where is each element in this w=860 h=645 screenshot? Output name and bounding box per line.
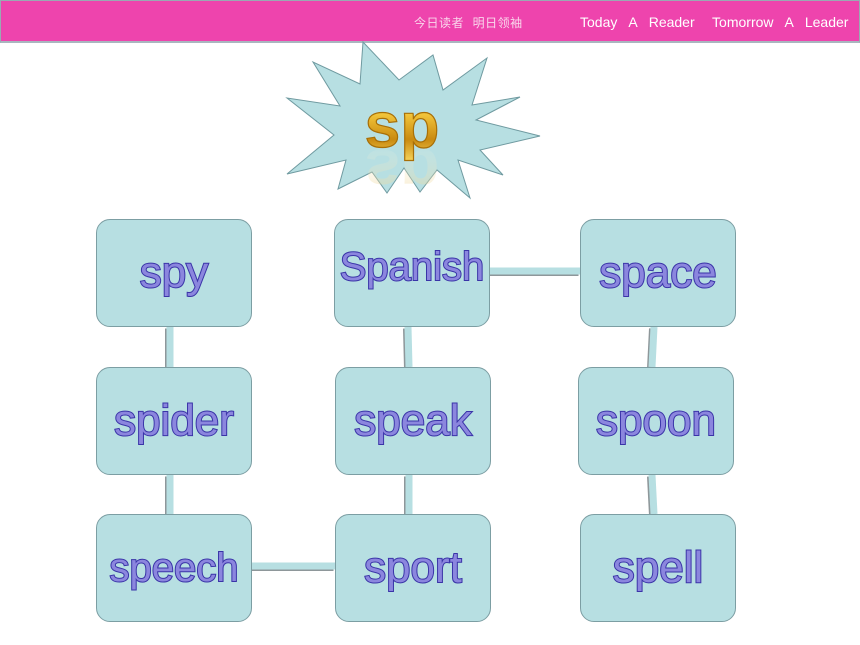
word-box-sport[interactable]: sport: [335, 514, 491, 622]
word-label: spell: [612, 543, 704, 592]
word-label: spy: [139, 248, 209, 297]
word-box-space[interactable]: space: [580, 219, 736, 327]
word-label: speak: [353, 396, 472, 445]
word-label: spider: [113, 396, 235, 445]
word-box-spell[interactable]: spell: [580, 514, 736, 622]
word-box-spy[interactable]: spy: [96, 219, 252, 327]
word-label: sport: [363, 543, 463, 592]
word-box-speak[interactable]: speak: [335, 367, 491, 475]
word-label: spoon: [595, 396, 717, 445]
title-starburst: sp sp: [285, 40, 541, 208]
connector-space-spoon: [648, 326, 658, 368]
word-box-spanish[interactable]: Spanish: [334, 219, 490, 327]
word-label: Spanish: [339, 245, 486, 289]
word-box-spider[interactable]: spider: [96, 367, 252, 475]
word-label: speech: [109, 546, 240, 590]
connector-spoon-spell: [648, 474, 658, 515]
word-label: space: [598, 248, 717, 297]
word-box-spoon[interactable]: spoon: [578, 367, 734, 475]
title-text: sp: [365, 89, 440, 161]
connector-speak-spanish: [404, 326, 413, 368]
word-box-speech[interactable]: speech: [96, 514, 252, 622]
